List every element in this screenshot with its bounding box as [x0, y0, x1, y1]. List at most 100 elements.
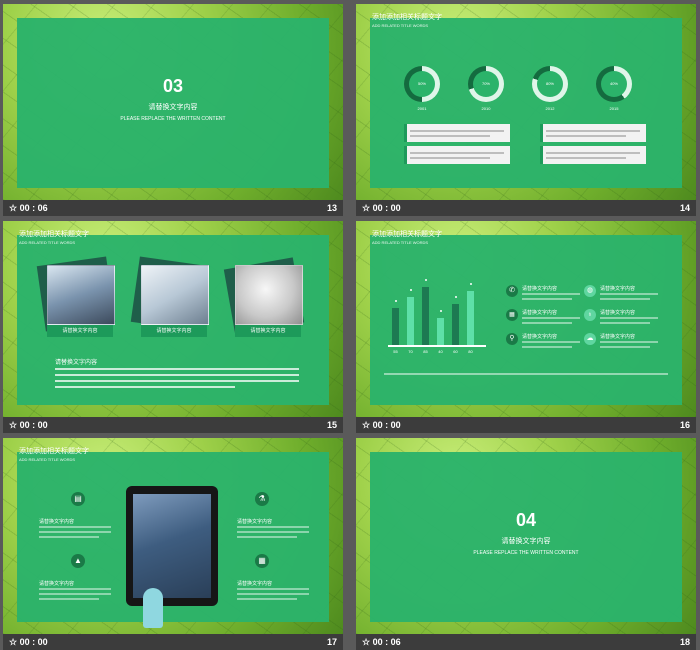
microscope-icon: ⚗ — [255, 492, 269, 506]
donut-value: 70% — [473, 71, 499, 97]
slide-info-bar: ☆ 00 : 00 16 — [356, 417, 696, 433]
item-title: 请替换文字内容 — [522, 310, 558, 316]
star-icon: ☆ — [362, 637, 371, 647]
text-line — [546, 135, 626, 137]
slide-canvas: 添加添加相关标题文字 ADD RELATED TITLE WORDS 55 70 8… — [356, 221, 696, 417]
slide-thumbnail-17[interactable]: 添加添加相关标题文字 ADD RELATED TITLE WORDS ▤ 请替换… — [3, 438, 343, 650]
item-text-line — [39, 526, 111, 528]
body-text-line — [55, 368, 299, 370]
body-heading: 请替换文字内容 — [55, 360, 98, 366]
section-number: 03 — [162, 76, 184, 96]
placeholder-title: 请替换文字内容 — [148, 104, 198, 111]
item-text-line — [39, 531, 111, 533]
item-title: 请替换文字内容 — [39, 581, 75, 587]
body-text-line — [55, 380, 299, 382]
lightbulb-icon: ♁ — [584, 309, 596, 321]
slide-info-bar: ☆ 00 : 00 14 — [356, 200, 696, 216]
chart-tick-label: 80 — [468, 349, 473, 354]
chart-tick-label: 40 — [438, 349, 443, 354]
slide-canvas: 添加添加相关标题文字 ADD RELATED TITLE WORDS 请替换文字… — [3, 221, 343, 417]
slide-thumbnail-14[interactable]: 添加添加相关标题文字 ADD RELATED TITLE WORDS 50% 7… — [356, 4, 696, 216]
chart-bar — [407, 297, 414, 345]
text-card — [540, 146, 646, 164]
slide-canvas: 添加添加相关标题文字 ADD RELATED TITLE WORDS ▤ 请替换… — [3, 438, 343, 634]
item-text-line — [237, 536, 297, 538]
slide-canvas: 03 请替换文字内容 PLEASE REPLACE THE WRITTEN CO… — [3, 4, 343, 200]
item-text-line — [237, 526, 309, 528]
item-title: 请替换文字内容 — [600, 286, 636, 292]
item-text-line — [39, 588, 111, 590]
bar-chart — [392, 277, 492, 345]
chart-marker — [469, 282, 472, 285]
slide-thumbnail-15[interactable]: 添加添加相关标题文字 ADD RELATED TITLE WORDS 请替换文字… — [3, 221, 343, 433]
slide-timing: 00 : 00 — [19, 637, 48, 647]
item-text-line — [522, 346, 572, 348]
slide-canvas: 添加添加相关标题文字 ADD RELATED TITLE WORDS 50% 7… — [356, 4, 696, 200]
pointing-hand-icon — [143, 588, 163, 628]
location-pin-icon: ⚲ — [506, 333, 518, 345]
text-line — [410, 130, 504, 132]
text-line — [546, 130, 640, 132]
star-icon: ☆ — [362, 203, 371, 213]
photo-barbed-wire — [47, 265, 115, 325]
footer-text-line — [384, 373, 668, 375]
chart-baseline — [388, 345, 486, 347]
phone-icon: ✆ — [506, 285, 518, 297]
slide-number: 14 — [679, 203, 690, 213]
donut-chart: 40% — [596, 66, 632, 102]
title-en: ADD RELATED TITLE WORDS — [372, 23, 429, 28]
title-cn: 添加添加相关标题文字 — [19, 448, 89, 455]
item-text-line — [39, 536, 99, 538]
chart-bar — [422, 287, 429, 345]
slide-title: 添加添加相关标题文字 ADD RELATED TITLE WORDS — [19, 448, 89, 464]
donut-value: 50% — [409, 71, 435, 97]
body-text-line — [55, 374, 299, 376]
slide-timing: 00 : 00 — [372, 203, 401, 213]
chart-tick-labels: 55 70 85 40 60 80 — [392, 349, 492, 357]
slide-timing: 00 : 00 — [372, 420, 401, 430]
chart-marker — [409, 289, 412, 292]
star-icon: ☆ — [362, 420, 371, 430]
text-line — [410, 135, 490, 137]
year-label: 2012 — [545, 106, 555, 111]
donut-chart: 80% — [532, 66, 568, 102]
item-text-line — [237, 598, 297, 600]
text-card — [404, 124, 510, 142]
slide-number: 15 — [326, 420, 337, 430]
item-title: 请替换文字内容 — [237, 519, 273, 525]
item-text-line — [600, 293, 658, 295]
title-en: ADD RELATED TITLE WORDS — [19, 457, 76, 462]
title-cn: 添加添加相关标题文字 — [19, 231, 89, 238]
photo-laptop — [141, 265, 209, 325]
item-text-line — [237, 531, 309, 533]
text-line — [410, 157, 490, 159]
title-en: ADD RELATED TITLE WORDS — [372, 240, 429, 245]
text-line — [546, 152, 640, 154]
slide-thumbnail-13[interactable]: 03 请替换文字内容 PLEASE REPLACE THE WRITTEN CO… — [3, 4, 343, 216]
slide-thumbnail-16[interactable]: 添加添加相关标题文字 ADD RELATED TITLE WORDS 55 70 8… — [356, 221, 696, 433]
item-title: 请替换文字内容 — [522, 286, 558, 292]
calendar-icon: ▦ — [506, 309, 518, 321]
title-en: ADD RELATED TITLE WORDS — [19, 240, 76, 245]
slide-info-bar: ☆ 00 : 00 15 — [3, 417, 343, 433]
year-label: 2015 — [609, 106, 619, 111]
slide-number: 17 — [326, 637, 337, 647]
item-text-line — [600, 322, 650, 324]
body-text-line — [55, 386, 235, 388]
section-number: 04 — [515, 510, 537, 530]
slide-number: 18 — [679, 637, 690, 647]
photo-caption: 请替换文字内容 — [141, 325, 207, 337]
chart-tick-label: 70 — [408, 349, 413, 354]
calculator-icon: ▦ — [255, 554, 269, 568]
star-icon: ☆ — [9, 203, 18, 213]
donut-chart: 50% — [404, 66, 440, 102]
slide-thumbnail-18[interactable]: 04 请替换文字内容 PLEASE REPLACE THE WRITTEN CO… — [356, 438, 696, 650]
briefcase-icon: ▤ — [71, 492, 85, 506]
slide-timing: 00 : 00 — [19, 420, 48, 430]
slide-number: 16 — [679, 420, 690, 430]
donut-value: 80% — [537, 71, 563, 97]
item-text-line — [522, 341, 580, 343]
item-text-line — [237, 588, 309, 590]
item-title: 请替换文字内容 — [600, 334, 636, 340]
slide-timing: 00 : 06 — [19, 203, 48, 213]
